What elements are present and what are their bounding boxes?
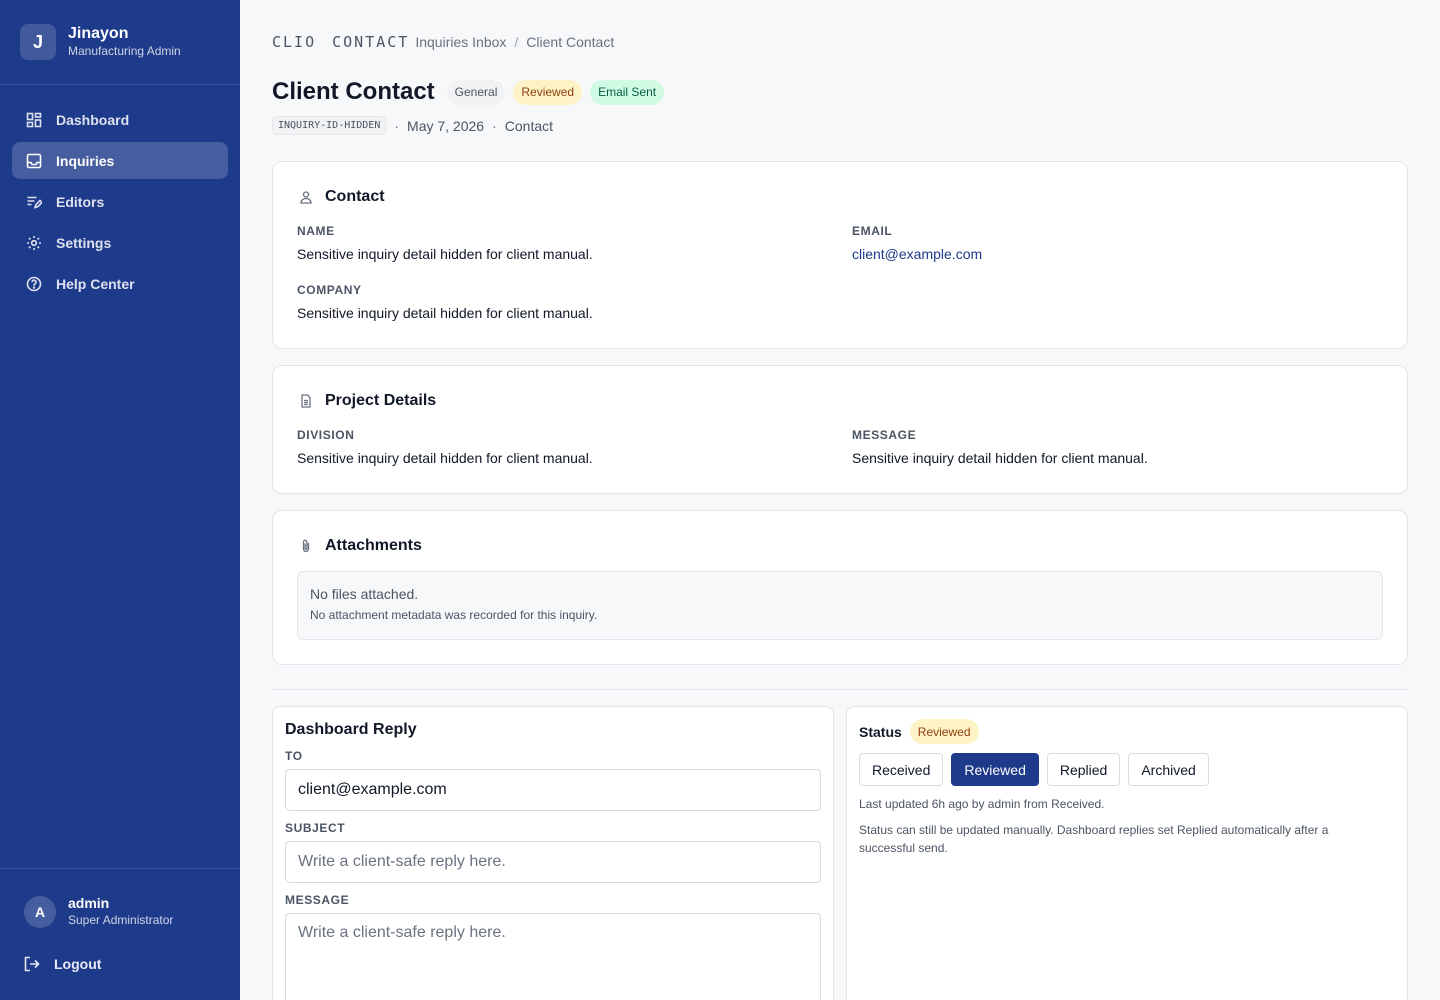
sidebar: J Jinayon Manufacturing Admin Dashboard … (0, 0, 240, 1000)
section-divider (272, 689, 1408, 690)
logout-icon (24, 956, 40, 972)
attachments-heading: Attachments (299, 537, 422, 555)
email-sent-badge: Email Sent (590, 79, 665, 105)
main-content: CLIO CONTACT Inquiries Inbox / Client Con… (240, 0, 1440, 1000)
contact-company: COMPANY Sensitive inquiry detail hidden … (297, 283, 593, 321)
sidebar-item-editors[interactable]: Editors (12, 183, 228, 220)
to-input[interactable]: client@example.com (285, 769, 821, 811)
contact-card: Contact NAME Sensitive inquiry detail hi… (272, 161, 1408, 349)
user-profile: A admin Super Administrator (24, 895, 216, 928)
logout-label: Logout (54, 956, 102, 972)
avatar: A (24, 895, 56, 928)
org-role: Manufacturing Admin (68, 44, 181, 58)
email-link[interactable]: client@example.com (852, 246, 982, 262)
org-info: Jinayon Manufacturing Admin (68, 25, 181, 59)
status-reviewed-button[interactable]: Reviewed (951, 753, 1039, 786)
message-label: MESSAGE (285, 893, 350, 907)
org-avatar: J (20, 24, 56, 60)
contact-email: EMAIL client@example.com (852, 224, 983, 262)
brand: J Jinayon Manufacturing Admin (0, 0, 240, 85)
category-badge: General (446, 79, 506, 105)
inquiry-date: May 7, 2026 (407, 117, 485, 134)
user-name: admin (68, 895, 110, 911)
contact-heading: Contact (299, 188, 385, 206)
project-details-card: Project Details DIVISION Sensitive inqui… (272, 365, 1408, 494)
status-received-button[interactable]: Received (859, 753, 944, 786)
project-division: DIVISION Sensitive inquiry detail hidden… (297, 428, 593, 466)
project-details-heading: Project Details (299, 392, 436, 410)
dashboard-reply-panel: Dashboard Reply TO client@example.com SU… (272, 706, 834, 1000)
paperclip-icon (302, 539, 310, 553)
attachments-card: Attachments No files attached. No attach… (272, 510, 1408, 665)
status-badge: Reviewed (909, 719, 979, 744)
breadcrumb-separator: / (514, 34, 519, 50)
person-icon (300, 191, 312, 204)
status-panel: Status Reviewed Received Reviewed Replie… (846, 706, 1408, 1000)
sidebar-nav: Dashboard Inquiries Editors Settings Hel… (0, 85, 240, 322)
status-heading: Status (859, 723, 902, 740)
breadcrumb-current: Client Contact (526, 34, 615, 50)
status-header: Status Reviewed (859, 719, 987, 744)
status-last-updated: Last updated 6h ago by admin from Receiv… (859, 797, 1105, 811)
document-icon (301, 394, 311, 408)
editors-icon (27, 196, 42, 209)
sidebar-item-label: Editors (56, 193, 105, 210)
user-role: Super Administrator (68, 913, 174, 927)
gear-icon (27, 235, 41, 250)
sidebar-item-inquiries[interactable]: Inquiries (12, 142, 228, 179)
page-title: Client Contact (272, 78, 435, 105)
help-icon (26, 276, 42, 291)
sidebar-item-label: Dashboard (56, 111, 130, 128)
app-logo[interactable]: CLIO CONTACT (272, 33, 409, 51)
breadcrumb: CLIO CONTACT Inquiries Inbox / Client Con… (272, 33, 614, 51)
attachments-empty-state: No files attached. No attachment metadat… (297, 571, 1383, 640)
inquiry-meta: INQUIRY-ID-HIDDEN · May 7, 2026 · Contac… (272, 116, 553, 135)
subject-label: SUBJECT (285, 821, 346, 835)
sidebar-item-label: Settings (56, 234, 112, 251)
inquiry-type: Contact (504, 117, 554, 134)
org-name: Jinayon (68, 25, 129, 42)
inbox-icon (26, 153, 42, 168)
status-options: Received Reviewed Replied Archived (859, 753, 1217, 786)
reply-heading: Dashboard Reply (285, 721, 417, 738)
dashboard-icon (26, 112, 42, 127)
status-archived-button[interactable]: Archived (1128, 753, 1209, 786)
subject-input[interactable]: Write a client-safe reply here. (285, 841, 821, 883)
sidebar-footer: A admin Super Administrator Logout (0, 868, 240, 1000)
breadcrumb-inquiries-inbox[interactable]: Inquiries Inbox (415, 34, 506, 50)
logout-button[interactable]: Logout (24, 956, 216, 972)
status-replied-button[interactable]: Replied (1046, 753, 1121, 786)
sidebar-item-label: Inquiries (56, 152, 115, 169)
to-label: TO (285, 749, 303, 763)
sidebar-item-label: Help Center (56, 275, 135, 292)
contact-name: NAME Sensitive inquiry detail hidden for… (297, 224, 593, 262)
sidebar-item-settings[interactable]: Settings (12, 224, 228, 261)
message-textarea[interactable]: Write a client-safe reply here. (285, 913, 821, 1000)
page-header: Client Contact General Reviewed Email Se… (272, 78, 672, 106)
status-note: Status can still be updated manually. Da… (859, 823, 1329, 855)
project-message: MESSAGE Sensitive inquiry detail hidden … (852, 428, 1148, 466)
sidebar-item-help-center[interactable]: Help Center (12, 265, 228, 302)
inquiry-id: INQUIRY-ID-HIDDEN (272, 116, 387, 135)
sidebar-item-dashboard[interactable]: Dashboard (12, 101, 228, 138)
status-badge: Reviewed (513, 79, 583, 105)
